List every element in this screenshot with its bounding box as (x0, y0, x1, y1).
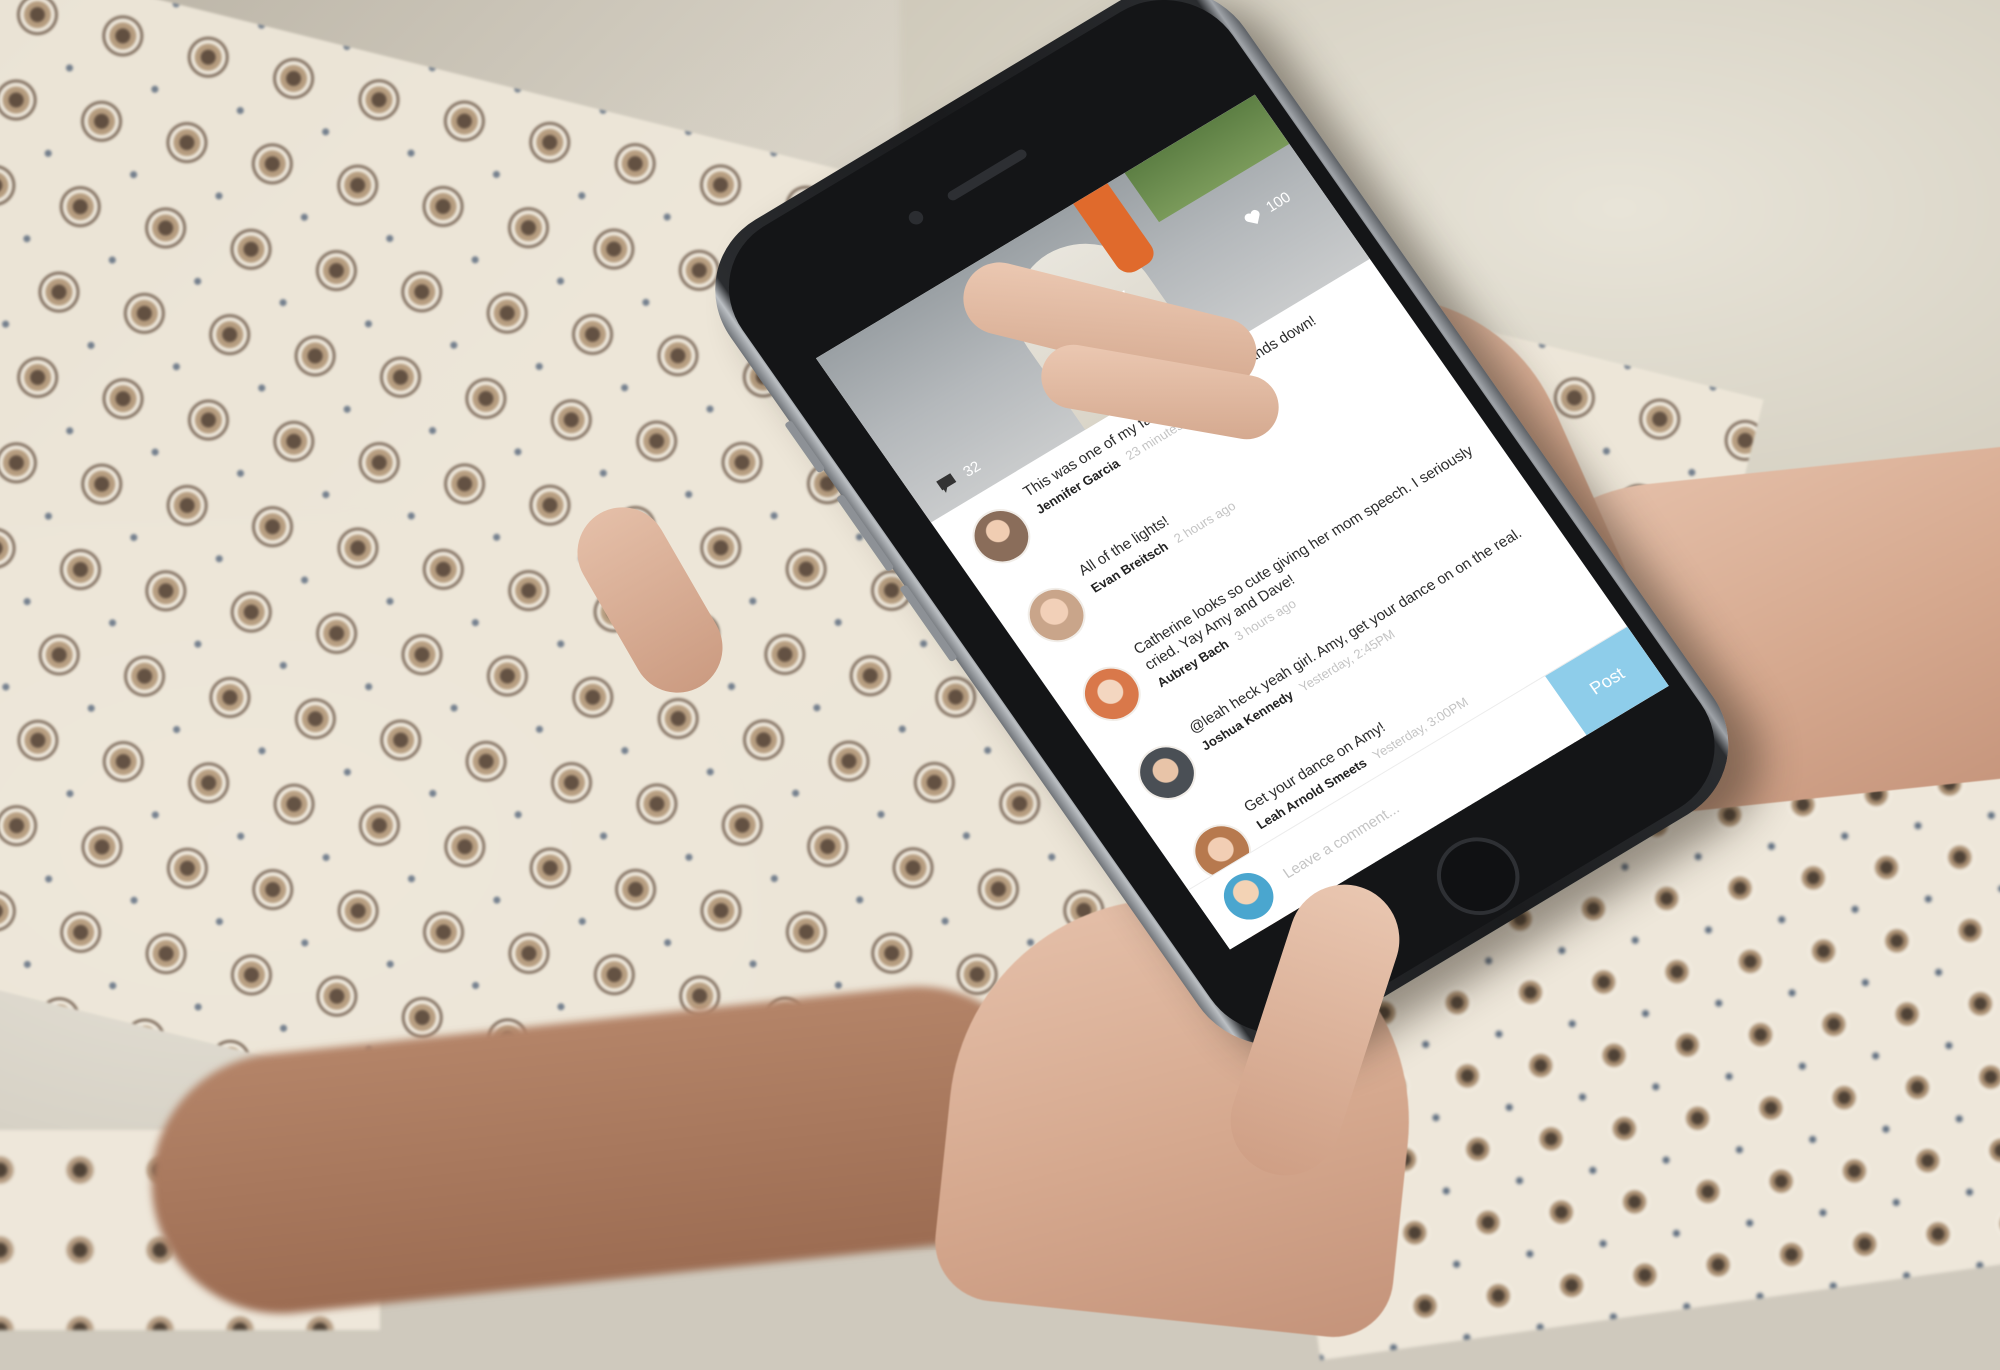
avatar[interactable] (961, 498, 1042, 574)
avatar[interactable] (1126, 735, 1208, 811)
comment-count-label: 32 (959, 457, 984, 481)
comment-bubble-icon (936, 473, 957, 493)
current-user-avatar (1214, 864, 1284, 929)
comment-count[interactable]: 32 (934, 457, 984, 496)
avatar[interactable] (1016, 577, 1097, 653)
home-button[interactable] (1420, 822, 1536, 930)
front-camera (905, 208, 927, 228)
avatar[interactable] (1071, 656, 1152, 732)
earpiece (945, 147, 1029, 203)
